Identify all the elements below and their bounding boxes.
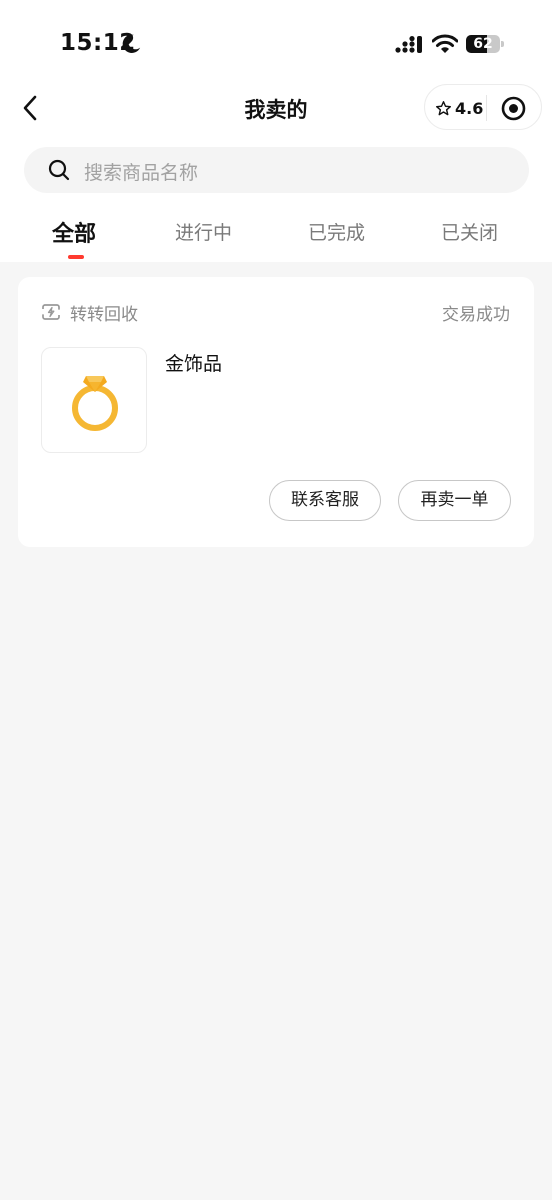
product-thumbnail[interactable] xyxy=(41,347,147,453)
order-card[interactable]: 转转回收 交易成功 金饰品 联系客服 再卖一单 xyxy=(18,277,534,547)
star-icon xyxy=(435,100,452,115)
cellular-signal-icon xyxy=(395,36,422,53)
tab-all[interactable]: 全部 xyxy=(52,216,96,248)
order-channel: 转转回收 xyxy=(70,305,138,325)
resell-button[interactable]: 再卖一单 xyxy=(398,480,511,521)
tab-completed[interactable]: 已完成 xyxy=(308,218,365,245)
mini-program-capsule: 4.6 xyxy=(424,84,542,130)
status-bar: 15:12 62 xyxy=(0,0,552,80)
rating-value: 4.6 xyxy=(455,98,484,118)
search-placeholder: 搜索商品名称 xyxy=(84,162,199,184)
navigation-bar: 我卖的 4.6 xyxy=(0,82,552,134)
battery-level: 62 xyxy=(473,36,493,52)
recycle-icon xyxy=(42,304,60,320)
target-icon[interactable] xyxy=(501,96,526,121)
contact-service-button[interactable]: 联系客服 xyxy=(269,480,381,521)
tab-in-progress[interactable]: 进行中 xyxy=(175,218,232,245)
battery-icon: 62 xyxy=(466,35,504,53)
moon-icon xyxy=(122,34,141,53)
gold-ring-icon xyxy=(72,376,118,431)
tab-bar: 全部 进行中 已完成 已关闭 xyxy=(0,212,552,262)
capsule-divider xyxy=(486,95,487,121)
rating-button[interactable]: 4.6 xyxy=(435,96,483,120)
product-name: 金饰品 xyxy=(165,353,223,375)
active-tab-indicator xyxy=(68,255,84,259)
search-icon xyxy=(48,159,70,181)
wifi-icon xyxy=(432,34,458,53)
search-input[interactable]: 搜索商品名称 xyxy=(24,147,529,193)
tab-closed[interactable]: 已关闭 xyxy=(441,218,498,245)
order-status: 交易成功 xyxy=(442,305,510,325)
